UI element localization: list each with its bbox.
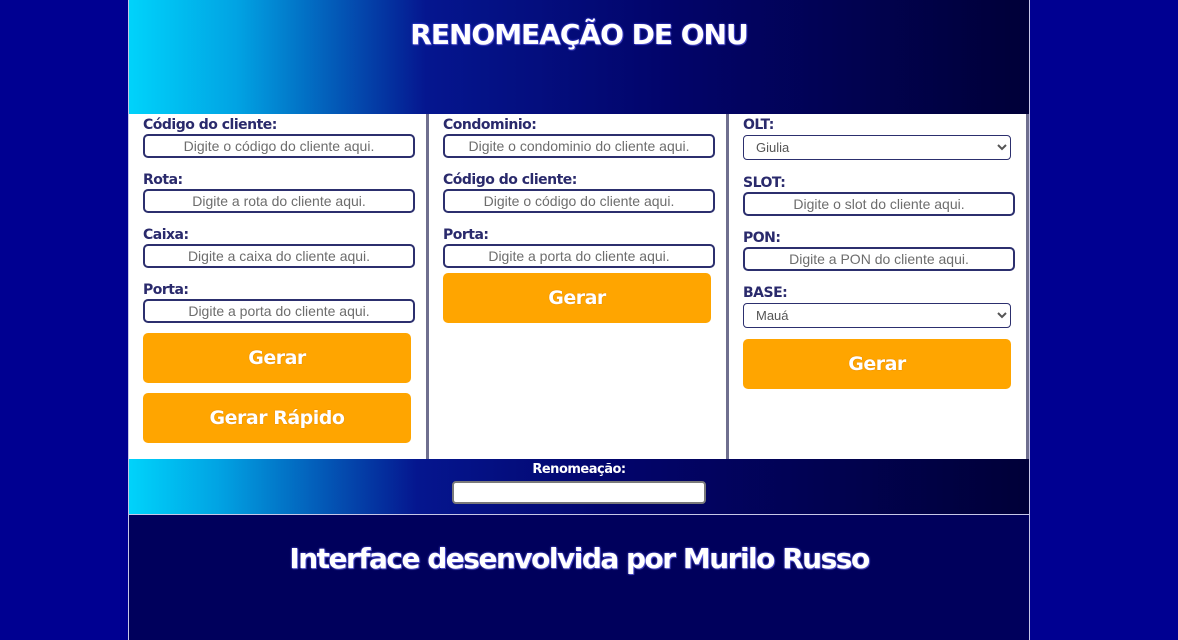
result-output-field[interactable] — [452, 481, 706, 504]
pon-label: PON: — [743, 230, 781, 246]
page-title: RENOMEAÇÃO DE ONU — [410, 18, 748, 51]
olt-generate-button[interactable]: Gerar — [743, 339, 1011, 389]
base-select[interactable]: Mauá — [743, 303, 1011, 328]
slot-label: SLOT: — [743, 175, 786, 191]
form-column-olt: OLT: Giulia SLOT: PON: BASE: Mauá Gerar — [729, 114, 1029, 459]
olt-label: OLT: — [743, 117, 774, 133]
quick-generate-button[interactable]: Gerar Rápido — [143, 393, 411, 443]
generate-button[interactable]: Gerar — [143, 333, 411, 383]
header-banner: RENOMEAÇÃO DE ONU — [129, 0, 1029, 114]
box-label: Caixa: — [143, 227, 189, 243]
condo-port-input[interactable] — [443, 244, 715, 268]
port-input[interactable] — [143, 299, 415, 323]
footer-credit: Interface desenvolvida por Murilo Russo — [289, 542, 870, 575]
condo-generate-button[interactable]: Gerar — [443, 273, 711, 323]
base-label: BASE: — [743, 285, 788, 301]
condo-port-label: Porta: — [443, 227, 489, 243]
route-input[interactable] — [143, 189, 415, 213]
olt-select[interactable]: Giulia — [743, 135, 1011, 160]
form-column-condominium: Condominio: Código do cliente: Porta: Ge… — [429, 114, 729, 459]
condominium-input[interactable] — [443, 134, 715, 158]
port-label: Porta: — [143, 282, 189, 298]
route-label: Rota: — [143, 172, 183, 188]
condo-client-code-input[interactable] — [443, 189, 715, 213]
client-code-label: Código do cliente: — [143, 117, 277, 133]
slot-input[interactable] — [743, 192, 1015, 216]
client-code-input[interactable] — [143, 134, 415, 158]
condominium-label: Condominio: — [443, 117, 537, 133]
form-column-standard: Código do cliente: Rota: Caixa: Porta: G… — [129, 114, 429, 459]
page-container: RENOMEAÇÃO DE ONU Código do cliente: Rot… — [128, 0, 1030, 640]
pon-input[interactable] — [743, 247, 1015, 271]
result-label: Renomeação: — [532, 462, 626, 477]
condo-client-code-label: Código do cliente: — [443, 172, 577, 188]
box-input[interactable] — [143, 244, 415, 268]
footer: Interface desenvolvida por Murilo Russo — [129, 515, 1029, 640]
form-panel: Código do cliente: Rota: Caixa: Porta: G… — [129, 114, 1029, 459]
result-bar: Renomeação: — [129, 459, 1029, 515]
